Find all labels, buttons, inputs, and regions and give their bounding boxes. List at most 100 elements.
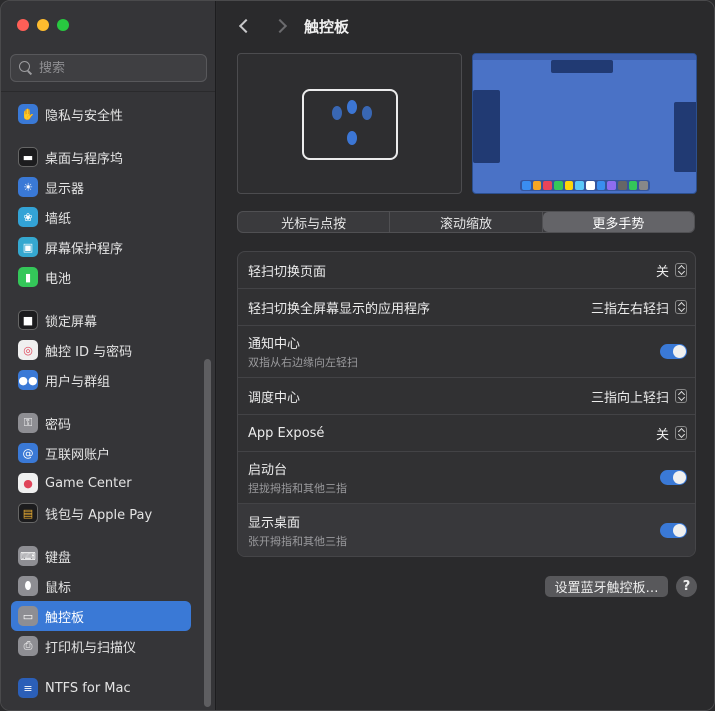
notification-center-toggle[interactable]	[660, 344, 687, 359]
sidebar-item-passwords[interactable]: ⚿ 密码	[11, 408, 191, 438]
minimize-window-button[interactable]	[37, 19, 49, 31]
sidebar-item-label: Game Center	[45, 475, 132, 491]
sidebar-item-users[interactable]: ●● 用户与群组	[11, 365, 191, 395]
sidebar-item-label: 电池	[45, 271, 72, 287]
sidebar-scrollbar[interactable]	[204, 359, 211, 707]
back-button[interactable]	[235, 15, 257, 37]
sun-icon: ☀	[18, 177, 38, 197]
key-icon: ⚿	[18, 413, 38, 433]
sidebar-item-privacy[interactable]: ✋ 隐私与安全性	[11, 99, 191, 129]
sidebar-item-label: 屏幕保护程序	[45, 241, 124, 257]
sidebar-item-battery[interactable]: ▮ 电池	[11, 262, 191, 292]
tab-more-gestures[interactable]: 更多手势	[542, 212, 694, 232]
preview-window	[551, 60, 613, 73]
row-title: 启动台	[248, 463, 288, 478]
setting-row-launchpad: 启动台 捏拢拇指和其他三指	[238, 452, 695, 504]
dock-app-icon	[522, 181, 531, 190]
popup-value: 关	[655, 427, 669, 443]
row-text: 通知中心 双指从右边缘向左轻扫	[248, 333, 660, 370]
desktop-preview	[472, 53, 697, 194]
sidebar-item-printers[interactable]: ⎙ 打印机与扫描仪	[11, 631, 191, 661]
row-text: 轻扫切换页面	[248, 261, 656, 280]
sidebar-item-label: 鼠标	[45, 580, 72, 596]
dock-app-icon	[607, 181, 617, 190]
keyboard-icon: ⌨	[18, 546, 38, 566]
launchpad-toggle[interactable]	[660, 470, 687, 485]
game-center-icon: ●	[18, 473, 38, 493]
search-box[interactable]	[10, 54, 207, 82]
gesture-preview	[237, 53, 462, 194]
sidebar-item-screensaver[interactable]: ▣ 屏幕保护程序	[11, 232, 191, 262]
tab-bar: 光标与点按 滚动缩放 更多手势	[237, 211, 695, 233]
dock-app-icon	[596, 181, 606, 190]
chevron-updown-icon	[675, 389, 687, 403]
search-input[interactable]	[39, 60, 189, 76]
sidebar-item-desktop-dock[interactable]: ▬ 桌面与程序坞	[11, 142, 191, 172]
setting-row-swipe-pages: 轻扫切换页面 关	[238, 252, 695, 289]
dock-app-icon	[628, 181, 638, 190]
page-title: 触控板	[304, 18, 350, 36]
sidebar-item-wallpaper[interactable]: ❀ 墙纸	[11, 202, 191, 232]
app-expose-popup[interactable]: 关	[656, 424, 687, 443]
dock-app-icon	[543, 181, 553, 190]
toggle-knob	[673, 471, 686, 484]
preview-window	[674, 102, 696, 172]
swipe-pages-popup[interactable]: 关	[656, 261, 687, 280]
dock-app-icon	[532, 181, 542, 190]
maximize-window-button[interactable]	[57, 19, 69, 31]
finger-dot	[362, 106, 372, 120]
row-title: 调度中心	[248, 390, 301, 406]
sidebar-item-label: 触控板	[45, 610, 85, 626]
dock-app-icon	[586, 181, 595, 190]
chevron-updown-icon	[675, 426, 687, 440]
trackpad-icon: ▭	[18, 606, 38, 626]
dock-icon: ▬	[18, 147, 38, 167]
help-button[interactable]: ?	[676, 576, 697, 597]
printer-icon: ⎙	[18, 636, 38, 656]
row-subtitle: 捏拢拇指和其他三指	[248, 482, 347, 495]
sidebar-item-label: NTFS for Mac	[45, 680, 131, 696]
row-subtitle: 张开拇指和其他三指	[248, 535, 347, 548]
mission-control-popup[interactable]: 三指向上轻扫	[591, 387, 687, 406]
close-window-button[interactable]	[17, 19, 29, 31]
sidebar-item-label: 键盘	[45, 550, 72, 566]
tab-point-click[interactable]: 光标与点按	[238, 212, 391, 232]
setting-row-swipe-fullscreen: 轻扫切换全屏幕显示的应用程序 三指左右轻扫	[238, 289, 695, 326]
ntfs-icon: ≡	[18, 678, 38, 698]
sidebar-item-label: 触控 ID 与密码	[45, 344, 133, 360]
sidebar-item-lock-screen[interactable]: ■ 锁定屏幕	[11, 305, 191, 335]
at-icon: @	[18, 443, 38, 463]
setting-row-show-desktop: 显示桌面 张开拇指和其他三指	[238, 504, 695, 556]
sidebar-item-ntfs[interactable]: ≡ NTFS for Mac	[11, 673, 191, 703]
sidebar-item-mouse[interactable]: ⬮ 鼠标	[11, 571, 191, 601]
row-subtitle: 双指从右边缘向左轻扫	[248, 356, 358, 369]
row-text: 启动台 捏拢拇指和其他三指	[248, 459, 660, 496]
setup-bluetooth-trackpad-button[interactable]: 设置蓝牙触控板…	[545, 576, 668, 597]
swipe-fullscreen-popup[interactable]: 三指左右轻扫	[591, 298, 687, 317]
sidebar-item-trackpad[interactable]: ▭ 触控板	[11, 601, 191, 631]
forward-button[interactable]	[269, 15, 291, 37]
sidebar-item-internet-accounts[interactable]: @ 互联网账户	[11, 438, 191, 468]
finger-dot	[332, 106, 342, 120]
dock-app-icon	[618, 181, 627, 190]
chevron-updown-icon	[675, 263, 687, 277]
gesture-settings-panel: 轻扫切换页面 关 轻扫切换全屏幕显示的应用程序 三指左右轻扫 通知中心 双指从右…	[237, 251, 696, 557]
dock-app-icon	[554, 181, 563, 190]
show-desktop-toggle[interactable]	[660, 523, 687, 538]
row-title: 轻扫切换全屏幕显示的应用程序	[248, 301, 431, 317]
sidebar-item-label: 互联网账户	[45, 447, 111, 463]
sidebar-item-game-center[interactable]: ● Game Center	[11, 468, 191, 498]
tab-scroll-zoom[interactable]: 滚动缩放	[390, 212, 543, 232]
sidebar-item-wallet[interactable]: ▤ 钱包与 Apple Pay	[11, 498, 191, 528]
sidebar-list: ✋ 隐私与安全性 ▬ 桌面与程序坞 ☀ 显示器 ❀ 墙纸 ▣ 屏幕保护程序 ▮ …	[1, 91, 201, 710]
sidebar-item-label: 钱包与 Apple Pay	[45, 507, 153, 523]
sidebar-item-displays[interactable]: ☀ 显示器	[11, 172, 191, 202]
row-text: App Exposé	[248, 426, 656, 441]
sidebar-item-touch-id[interactable]: ◎ 触控 ID 与密码	[11, 335, 191, 365]
sidebar-item-label: 锁定屏幕	[45, 314, 98, 330]
setting-row-notification-center: 通知中心 双指从右边缘向左轻扫	[238, 326, 695, 378]
sidebar-item-label: 打印机与扫描仪	[45, 640, 137, 656]
popup-value: 关	[655, 264, 669, 280]
popup-value: 三指左右轻扫	[590, 301, 669, 317]
sidebar-item-keyboard[interactable]: ⌨ 键盘	[11, 541, 191, 571]
